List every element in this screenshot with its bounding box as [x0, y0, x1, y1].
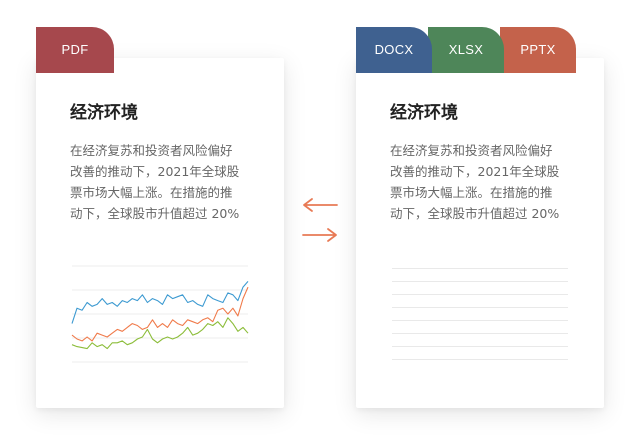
source-document-title: 经济环境: [70, 103, 138, 123]
tab-pdf-label: PDF: [61, 41, 89, 57]
tab-pdf[interactable]: PDF: [36, 27, 114, 73]
tab-xlsx[interactable]: XLSX: [428, 27, 504, 73]
placeholder-line: [392, 294, 568, 295]
tab-pptx-label: PPTX: [520, 41, 556, 57]
source-body-line: 在经济复苏和投资者风险偏好: [70, 143, 233, 158]
converted-body-line: 改善的推动下，2021年全球股: [390, 164, 560, 179]
arrow-right-icon: [302, 228, 337, 242]
source-document-body: 在经济复苏和投资者风险偏好 改善的推动下，2021年全球股 票市场大幅上涨。在措…: [70, 140, 248, 224]
chart-series-line-1: [71, 281, 249, 324]
converted-body-line: 动下，全球股市升值超过 20%: [390, 206, 560, 221]
tab-pptx[interactable]: PPTX: [500, 27, 576, 73]
placeholder-line: [392, 359, 568, 360]
tab-docx-label: DOCX: [374, 41, 414, 57]
tab-xlsx-label: XLSX: [448, 41, 484, 57]
line-chart: [71, 265, 249, 363]
placeholder-line: [392, 333, 568, 334]
tab-docx[interactable]: DOCX: [356, 27, 432, 73]
arrow-left-icon: [303, 198, 338, 212]
source-document-card: 经济环境 在经济复苏和投资者风险偏好 改善的推动下，2021年全球股 票市场大幅…: [36, 58, 284, 408]
converted-document-body: 在经济复苏和投资者风险偏好 改善的推动下，2021年全球股 票市场大幅上涨。在措…: [390, 140, 568, 224]
placeholder-line: [392, 268, 568, 269]
converted-document-card: 经济环境 在经济复苏和投资者风险偏好 改善的推动下，2021年全球股 票市场大幅…: [356, 58, 604, 408]
converted-document-title: 经济环境: [390, 103, 458, 123]
converted-body-line: 在经济复苏和投资者风险偏好: [390, 143, 553, 158]
placeholder-line: [392, 307, 568, 308]
converted-body-line: 票市场大幅上涨。在措施的推: [390, 185, 553, 200]
source-body-line: 改善的推动下，2021年全球股: [70, 164, 240, 179]
placeholder-line: [392, 346, 568, 347]
placeholder-line: [392, 281, 568, 282]
source-body-line: 票市场大幅上涨。在措施的推: [70, 185, 233, 200]
source-body-line: 动下，全球股市升值超过 20%: [70, 206, 240, 221]
chart-placeholder: [392, 268, 568, 372]
placeholder-line: [392, 320, 568, 321]
